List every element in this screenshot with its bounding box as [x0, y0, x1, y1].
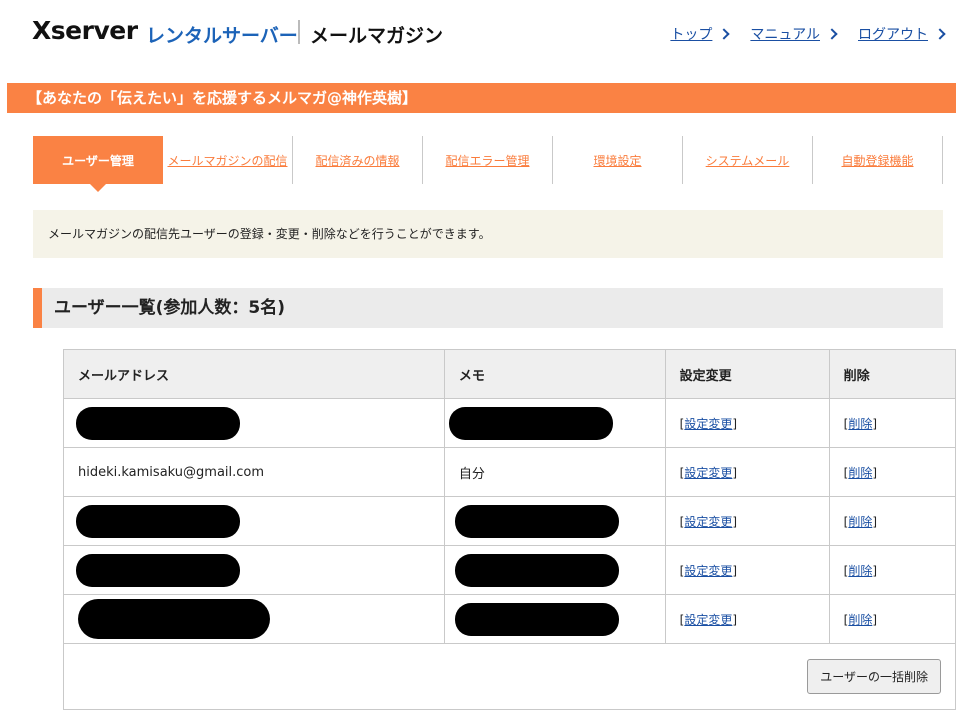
table-row: hideki.kamisaku@gmail.com 自分 [設定変更] [削除]	[63, 447, 956, 497]
delete-user-link[interactable]: 削除	[848, 466, 872, 480]
edit-user-link[interactable]: 設定変更	[684, 515, 732, 529]
section-title: ユーザー一覧(参加人数：5名)	[33, 288, 943, 328]
delete-user-link[interactable]: 削除	[848, 613, 872, 627]
memo-cell	[443, 594, 666, 644]
memo-cell	[443, 398, 666, 448]
edit-cell: [設定変更]	[664, 594, 830, 644]
redacted-email	[76, 406, 240, 440]
top-navigation: トップ マニュアル ログアウト	[670, 24, 946, 44]
chevron-right-icon	[826, 28, 838, 40]
redacted-email	[76, 553, 240, 587]
app-header: Xserver レンタルサーバー メールマガジン トップ マニュアル ログアウト	[0, 0, 956, 66]
redacted-email	[78, 599, 270, 639]
redacted-memo	[454, 504, 619, 538]
memo-cell	[443, 545, 666, 595]
edit-cell: [設定変更]	[664, 496, 830, 546]
email-cell	[63, 496, 445, 546]
chevron-right-icon	[718, 28, 731, 40]
column-header-edit: 設定変更	[664, 349, 830, 399]
delete-user-link[interactable]: 削除	[848, 515, 872, 529]
edit-user-link[interactable]: 設定変更	[684, 417, 732, 431]
memo-cell	[443, 496, 666, 546]
nav-manual-link[interactable]: マニュアル	[750, 24, 838, 44]
redacted-memo	[454, 553, 619, 587]
email-cell: hideki.kamisaku@gmail.com	[63, 447, 445, 497]
delete-user-link[interactable]: 削除	[848, 417, 872, 431]
tab-label[interactable]: 環境設定	[593, 152, 641, 169]
email-cell	[63, 545, 445, 595]
delete-user-link[interactable]: 削除	[848, 564, 872, 578]
email-cell	[63, 594, 445, 644]
tab-label[interactable]: 配信済みの情報	[315, 152, 399, 169]
tab-label[interactable]: システムメール	[706, 152, 790, 169]
table-row: [設定変更] [削除]	[63, 594, 956, 644]
nav-logout-label[interactable]: ログアウト	[858, 24, 928, 44]
redacted-memo	[454, 602, 619, 636]
service-name: レンタルサーバー	[146, 25, 298, 47]
redacted-email	[76, 504, 240, 538]
tab-delivered-info[interactable]: 配信済みの情報	[293, 136, 423, 184]
table-row: [設定変更] [削除]	[63, 496, 956, 546]
table-row: [設定変更] [削除]	[63, 545, 956, 595]
tab-label[interactable]: メールマガジンの配信	[167, 152, 287, 169]
edit-user-link[interactable]: 設定変更	[684, 564, 732, 578]
tab-environment-settings[interactable]: 環境設定	[553, 136, 683, 184]
tab-bar: ユーザー管理 メールマガジンの配信 配信済みの情報 配信エラー管理 環境設定 シ…	[33, 136, 944, 192]
tab-delivery-errors[interactable]: 配信エラー管理	[423, 136, 553, 184]
edit-cell: [設定変更]	[664, 447, 830, 497]
tab-system-mail[interactable]: システムメール	[683, 136, 813, 184]
delete-cell: [削除]	[828, 447, 956, 497]
bulk-delete-users-button[interactable]: ユーザーの一括削除	[807, 659, 941, 694]
table-footer-row: ユーザーの一括削除	[63, 643, 956, 710]
tab-user-management[interactable]: ユーザー管理	[33, 136, 163, 192]
bulk-actions-cell: ユーザーの一括削除	[63, 643, 956, 710]
nav-top-link[interactable]: トップ	[670, 24, 731, 44]
tab-label[interactable]: 自動登録機能	[841, 152, 913, 169]
chevron-right-icon	[934, 28, 946, 40]
app-title: メールマガジン	[310, 25, 444, 47]
delete-cell: [削除]	[828, 398, 956, 448]
column-header-delete: 削除	[828, 349, 956, 399]
tab-label[interactable]: 配信エラー管理	[445, 152, 529, 169]
edit-cell: [設定変更]	[664, 398, 830, 448]
edit-user-link[interactable]: 設定変更	[684, 466, 732, 480]
column-header-email: メールアドレス	[63, 349, 445, 399]
email-cell	[63, 398, 445, 448]
nav-manual-label[interactable]: マニュアル	[750, 24, 820, 44]
page-description: メールマガジンの配信先ユーザーの登録・変更・削除などを行うことができます。	[33, 210, 943, 258]
edit-cell: [設定変更]	[664, 545, 830, 595]
delete-cell: [削除]	[828, 545, 956, 595]
tab-auto-registration[interactable]: 自動登録機能	[813, 136, 943, 184]
xserver-logo[interactable]: Xserver	[32, 16, 138, 45]
nav-logout-link[interactable]: ログアウト	[858, 24, 946, 44]
table-header-row: メールアドレス メモ 設定変更 削除	[63, 349, 956, 399]
delete-cell: [削除]	[828, 496, 956, 546]
edit-user-link[interactable]: 設定変更	[684, 613, 732, 627]
table-row: [設定変更] [削除]	[63, 398, 956, 448]
logo-divider	[298, 20, 300, 44]
tab-newsletter-delivery[interactable]: メールマガジンの配信	[163, 136, 293, 184]
nav-top-label[interactable]: トップ	[670, 24, 712, 44]
tab-label: ユーザー管理	[62, 153, 134, 168]
redacted-memo	[448, 406, 613, 440]
magazine-title-banner: 【あなたの「伝えたい」を応援するメルマガ@神作英樹】	[7, 83, 956, 113]
memo-cell: 自分	[443, 447, 666, 497]
column-header-memo: メモ	[443, 349, 666, 399]
delete-cell: [削除]	[828, 594, 956, 644]
user-table: メールアドレス メモ 設定変更 削除 [設定変更] [削除] hideki.ka…	[63, 349, 956, 710]
